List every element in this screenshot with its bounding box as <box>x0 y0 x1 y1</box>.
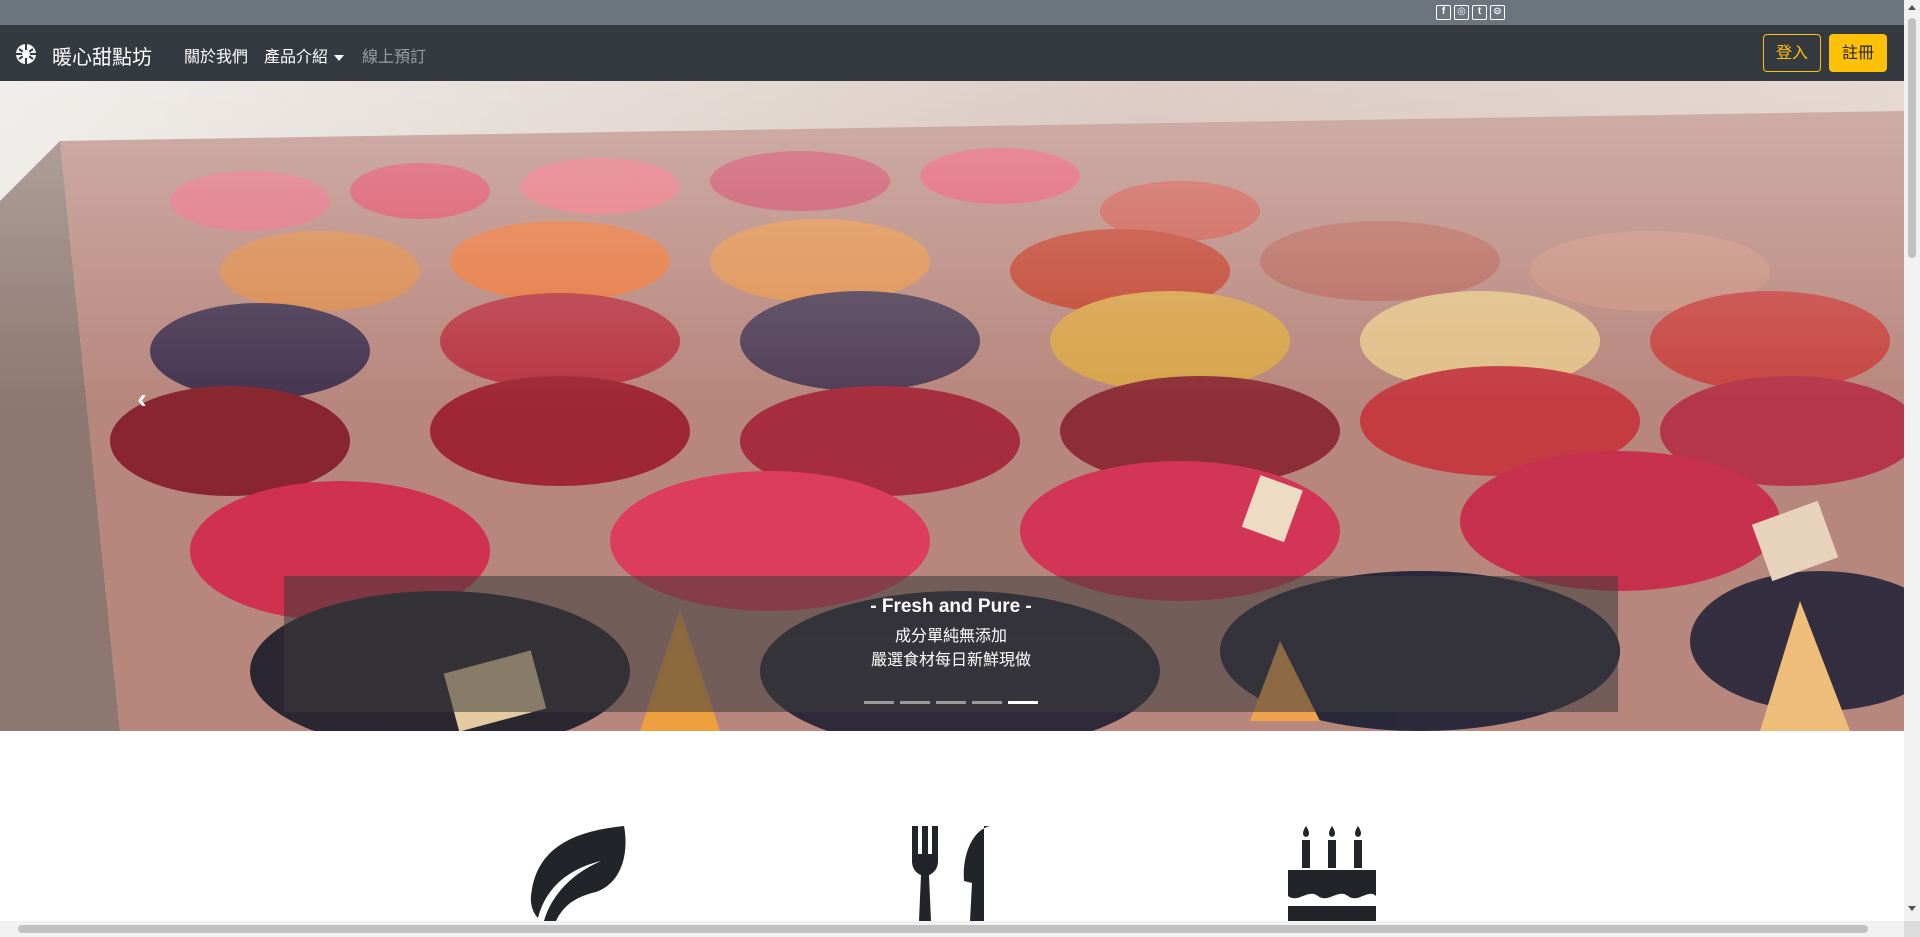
birthday-cake-icon <box>1288 826 1376 921</box>
carousel-caption: - Fresh and Pure - 成分單純無添加 嚴選食材每日新鮮現做 <box>284 576 1618 712</box>
social-links: f ◎ t ⊝ <box>1436 5 1505 20</box>
register-button[interactable]: 註冊 <box>1829 34 1887 72</box>
nav-products-dropdown[interactable]: 產品介紹 <box>264 43 345 67</box>
top-bar: f ◎ t ⊝ <box>0 0 1904 25</box>
carousel-indicator-active[interactable] <box>1008 701 1038 704</box>
utensils-icon <box>912 826 990 921</box>
nav-products-label: 產品介紹 <box>264 47 329 66</box>
line-icon[interactable]: ⊝ <box>1490 5 1505 20</box>
caption-line-2: 嚴選食材每日新鮮現做 <box>870 650 1031 669</box>
leaf-icon <box>530 826 626 921</box>
scroll-down-icon[interactable] <box>1908 906 1916 911</box>
carousel-prev-icon[interactable]: ‹ <box>130 385 154 413</box>
brand-name[interactable]: 暖心甜點坊 <box>52 41 152 70</box>
facebook-icon[interactable]: f <box>1436 5 1451 20</box>
carousel-indicator[interactable] <box>972 701 1002 704</box>
instagram-icon[interactable]: ◎ <box>1454 5 1469 20</box>
navbar: 暖心甜點坊 關於我們 產品介紹 線上預訂 登入 註冊 <box>0 25 1904 81</box>
carousel-indicators <box>284 701 1618 704</box>
carousel-indicator[interactable] <box>864 701 894 704</box>
twitter-icon[interactable]: t <box>1472 5 1487 20</box>
caret-down-icon <box>334 54 345 61</box>
caption-line-1: 成分單純無添加 <box>894 626 1007 645</box>
login-button[interactable]: 登入 <box>1763 34 1821 72</box>
scroll-up-icon[interactable] <box>1908 5 1916 10</box>
features-section <box>0 731 1904 921</box>
scrollbar-corner <box>1904 921 1920 937</box>
nav-online-booking: 線上預訂 <box>362 47 427 66</box>
horizontal-scrollbar[interactable] <box>0 921 1904 937</box>
carousel-indicator[interactable] <box>936 701 966 704</box>
hero-carousel: ‹ - Fresh and Pure - 成分單純無添加 嚴選食材每日新鮮現做 <box>0 81 1904 731</box>
carousel-indicator[interactable] <box>900 701 930 704</box>
vertical-scroll-thumb[interactable] <box>1908 18 1916 258</box>
brand-logo-icon[interactable] <box>15 43 37 65</box>
nav-about[interactable]: 關於我們 <box>184 43 248 67</box>
vertical-scrollbar[interactable] <box>1904 0 1920 921</box>
horizontal-scroll-thumb[interactable] <box>18 925 1868 933</box>
caption-title: - Fresh and Pure - <box>870 596 1032 617</box>
